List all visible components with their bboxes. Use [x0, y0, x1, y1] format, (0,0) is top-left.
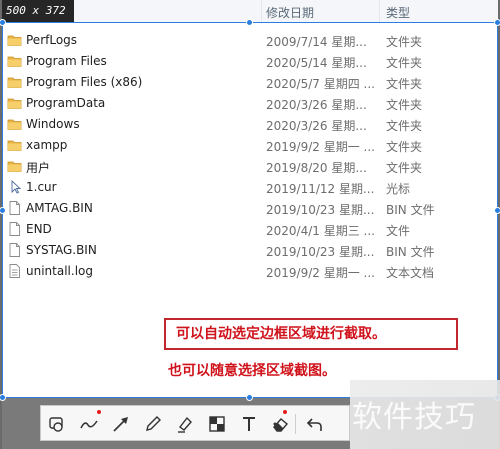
file-name: 1.cur — [26, 180, 57, 194]
file-row[interactable]: SYSTAG.BIN 2019/10/23 星期... BIN 文件 — [2, 240, 498, 261]
file-modified-date: 2020/5/7 星期四 ... — [266, 77, 375, 91]
highlighter-tool-icon[interactable] — [175, 414, 195, 434]
auto-select-callout: 可以自动选定边框区域进行截取。 — [164, 318, 458, 350]
file-name: Windows — [26, 117, 80, 131]
column-header-date[interactable]: 修改日期 — [266, 4, 314, 21]
file-modified-date: 2019/10/23 星期... — [266, 245, 375, 259]
file-row[interactable]: unintall.log 2019/9/2 星期一 ... 文本文档 — [2, 261, 498, 282]
file-type: 文件夹 — [386, 77, 423, 91]
file-modified-date: 2019/10/23 星期... — [266, 203, 375, 217]
file-name: PerfLogs — [26, 33, 78, 47]
file-icon — [7, 201, 22, 215]
file-row[interactable]: xampp 2019/9/2 星期一 ... 文件夹 — [2, 135, 498, 156]
toolbar-separator — [295, 414, 296, 434]
file-name: AMTAG.BIN — [26, 201, 93, 215]
column-header-type[interactable]: 类型 — [386, 4, 410, 21]
file-modified-date: 2019/9/2 星期一 ... — [266, 140, 375, 154]
folder-icon — [7, 117, 22, 131]
file-type: 光标 — [386, 182, 411, 196]
file-name: 用户 — [26, 161, 51, 175]
file-modified-date: 2019/8/20 星期... — [266, 161, 367, 175]
pen-tool-icon[interactable] — [143, 414, 163, 434]
folder-icon — [7, 159, 22, 173]
resize-handle-right[interactable] — [494, 207, 500, 214]
file-name: ProgramData — [26, 96, 106, 110]
file-icon — [7, 243, 22, 257]
file-row[interactable]: Windows 2020/3/26 星期... 文件夹 — [2, 114, 498, 135]
file-modified-date: 2019/11/12 星期... — [266, 182, 375, 196]
file-icon — [7, 222, 22, 236]
selection-size-badge: 500 x 372 — [2, 0, 74, 22]
file-row[interactable]: AMTAG.BIN 2019/10/23 星期... BIN 文件 — [2, 198, 498, 219]
folder-icon — [7, 96, 22, 110]
file-name: END — [26, 222, 52, 236]
file-type: 文件夹 — [386, 161, 423, 175]
file-row[interactable]: Program Files 2020/5/14 星期... 文件夹 — [2, 51, 498, 72]
free-select-caption: 也可以随意选择区域截图。 — [168, 363, 336, 379]
file-row[interactable]: END 2020/4/1 星期三 ... 文件 — [2, 219, 498, 240]
cursor-file-icon — [7, 179, 22, 194]
resize-handle-top[interactable] — [246, 19, 253, 26]
rectangle-tool-icon[interactable] — [47, 414, 67, 434]
file-type: 文件 — [386, 224, 411, 238]
file-type: 文件夹 — [386, 56, 423, 70]
file-name: Program Files — [26, 54, 107, 68]
screenshot-toolbar — [40, 405, 350, 441]
file-modified-date: 2020/3/26 星期... — [266, 98, 367, 112]
file-modified-date: 2020/4/1 星期三 ... — [266, 224, 375, 238]
mosaic-tool-icon[interactable] — [207, 414, 227, 434]
folder-icon — [7, 75, 22, 89]
file-type: 文件夹 — [386, 119, 423, 133]
file-row[interactable]: 用户 2019/8/20 星期... 文件夹 — [2, 156, 498, 177]
resize-handle-bottom[interactable] — [246, 394, 253, 401]
file-modified-date: 2020/3/26 星期... — [266, 119, 367, 133]
freehand-tool-icon[interactable] — [79, 410, 101, 434]
undo-icon[interactable] — [305, 414, 325, 434]
resize-handle-top-right[interactable] — [494, 19, 500, 26]
file-row[interactable]: 1.cur 2019/11/12 星期... 光标 — [2, 177, 498, 198]
file-type: 文本文档 — [386, 266, 435, 280]
file-type: 文件夹 — [386, 98, 423, 112]
column-divider[interactable] — [261, 0, 262, 22]
text-file-icon — [7, 264, 22, 278]
folder-icon — [7, 138, 22, 152]
resize-handle-bottom-left[interactable] — [0, 394, 6, 401]
file-explorer-list: 修改日期 类型 500 x 372 PerfLogs 2009/7/14 星期..… — [2, 0, 498, 398]
watermark-text: 软件技巧 — [352, 400, 476, 435]
file-modified-date: 2009/7/14 星期... — [266, 35, 367, 49]
file-row[interactable]: Program Files (x86) 2020/5/7 星期四 ... 文件夹 — [2, 72, 498, 93]
folder-icon — [7, 54, 22, 68]
file-type: 文件夹 — [386, 140, 423, 154]
active-color-dot — [97, 410, 101, 414]
file-modified-date: 2020/5/14 星期... — [266, 56, 367, 70]
file-row[interactable]: PerfLogs 2009/7/14 星期... 文件夹 — [2, 30, 498, 51]
folder-icon — [7, 33, 22, 47]
file-name: xampp — [26, 138, 68, 152]
text-tool-icon[interactable] — [239, 414, 259, 434]
arrow-tool-icon[interactable] — [111, 414, 131, 434]
eraser-tool-icon[interactable] — [271, 414, 291, 434]
file-name: SYSTAG.BIN — [26, 243, 97, 257]
file-rows: PerfLogs 2009/7/14 星期... 文件夹 Program Files 2… — [2, 30, 498, 282]
file-type: BIN 文件 — [386, 245, 435, 259]
file-modified-date: 2019/9/2 星期一 ... — [266, 266, 375, 280]
file-type: 文件夹 — [386, 35, 423, 49]
file-row[interactable]: ProgramData 2020/3/26 星期... 文件夹 — [2, 93, 498, 114]
column-divider[interactable] — [379, 0, 380, 22]
file-type: BIN 文件 — [386, 203, 435, 217]
file-name: unintall.log — [26, 264, 93, 278]
file-name: Program Files (x86) — [26, 75, 143, 89]
